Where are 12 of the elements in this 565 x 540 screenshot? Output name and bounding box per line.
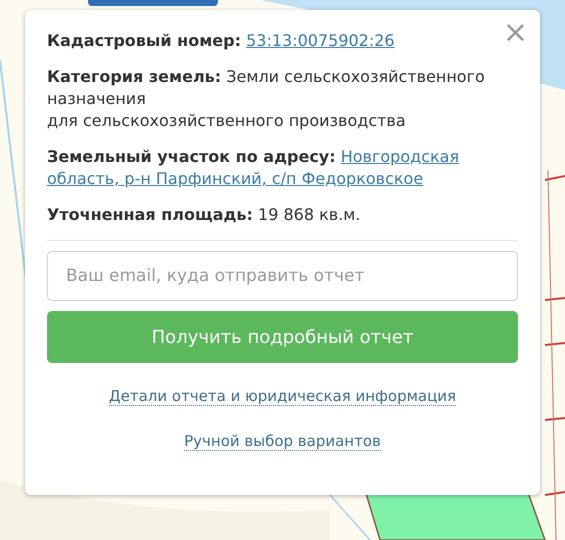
info-link[interactable]: Новгородская: [340, 147, 460, 166]
close-button[interactable]: ×: [500, 20, 530, 46]
info-line: Категория земель: Земли сельскохозяйственного назначения для сельскохозяйственного производства: [47, 66, 486, 132]
info-link[interactable]: 53:13:0075902:26: [246, 31, 395, 50]
submit-button[interactable]: Получить подробный отчет: [47, 311, 518, 363]
info-line: Земельный участок по адресу: Новгородская область, р-н Парфинский, с/п Федорковское: [47, 146, 460, 190]
info-line: Уточненная площадь: 19 868 кв.м.: [47, 204, 362, 226]
info-link[interactable]: область, р-н Парфинский, с/п Федорковское: [47, 169, 424, 188]
email-field[interactable]: Ваш email, куда отправить отчет: [47, 251, 518, 301]
info-link[interactable]: Ручной выбор вариантов: [184, 432, 381, 451]
info-link[interactable]: Детали отчета и юридическая информация: [108, 387, 456, 406]
info-line: Кадастровый номер: 53:13:0075902:26: [47, 30, 396, 52]
